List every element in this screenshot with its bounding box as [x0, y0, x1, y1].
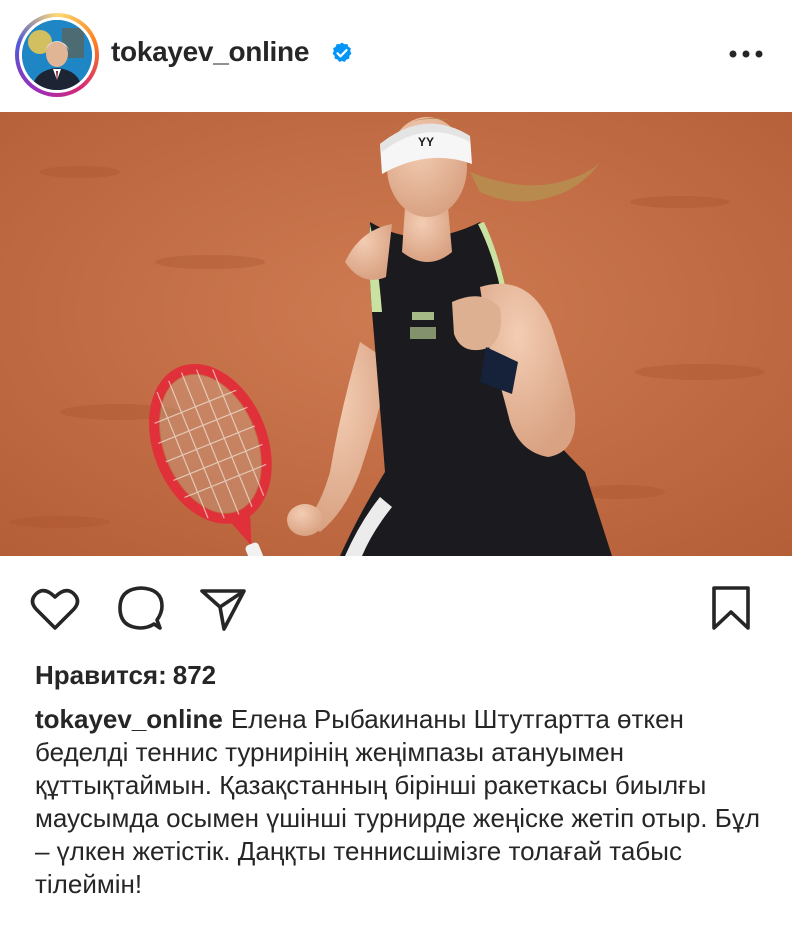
- heart-icon[interactable]: [30, 586, 80, 632]
- likes-count[interactable]: Нравится: 872: [35, 660, 216, 691]
- post-username[interactable]: tokayev_online: [111, 36, 309, 68]
- bookmark-icon[interactable]: [710, 584, 752, 632]
- avatar[interactable]: [22, 20, 92, 90]
- story-ring[interactable]: [15, 13, 99, 97]
- caption-username[interactable]: tokayev_online: [35, 704, 223, 734]
- likes-number: 872: [172, 660, 217, 690]
- tennis-player-image: YY: [0, 112, 792, 556]
- more-options-icon[interactable]: [726, 40, 766, 68]
- svg-text:YY: YY: [418, 135, 434, 149]
- comment-icon[interactable]: [116, 585, 164, 633]
- post-header: tokayev_online: [0, 0, 792, 112]
- avatar-photo: [22, 20, 92, 90]
- likes-label: Нравится:: [35, 660, 167, 690]
- verified-badge-icon: [332, 42, 352, 62]
- send-icon[interactable]: [198, 585, 248, 633]
- action-bar: [0, 570, 792, 646]
- post-caption: tokayev_online Елена Рыбакинаны Штутгартт…: [35, 703, 765, 901]
- post-photo[interactable]: YY: [0, 112, 792, 556]
